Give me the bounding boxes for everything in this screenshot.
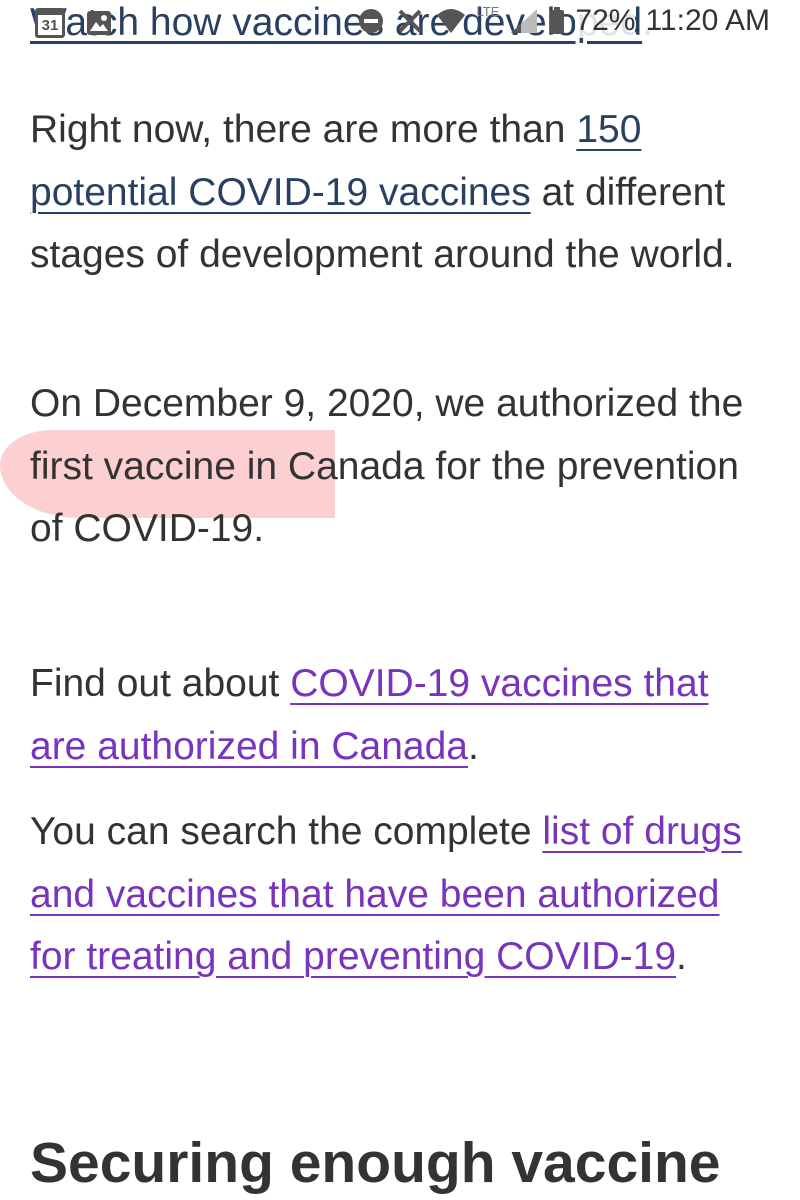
- status-bar: 31 LTE 72% 11:20 AM: [0, 0, 800, 46]
- paragraph-text: Find out about: [30, 662, 291, 705]
- paragraph-vaccine-count: Right now, there are more than 150 poten…: [30, 99, 775, 287]
- paragraph-first-authorization: On December 9, 2020, we authorized the f…: [30, 373, 775, 561]
- clock-time: 11:20 AM: [645, 4, 770, 38]
- battery-percent: 72%: [575, 4, 636, 38]
- tools-icon: [398, 9, 421, 33]
- network-type-label: LTE: [476, 3, 500, 19]
- calendar-icon: 31: [35, 8, 65, 38]
- image-icon: [87, 11, 111, 35]
- paragraph-text: Right now, there are more than: [30, 108, 577, 151]
- battery-icon: [550, 7, 565, 34]
- do-not-disturb-icon: [358, 9, 383, 33]
- section-heading: Securing enough vaccine: [30, 1131, 721, 1195]
- wifi-icon: [436, 9, 465, 33]
- paragraph-text: On December 9, 2020, we authorized the f…: [30, 382, 744, 550]
- paragraph-text: .: [676, 935, 687, 978]
- signal-icon: [511, 9, 538, 33]
- paragraph-authorized-vaccines: Find out about COVID-19 vaccines that ar…: [30, 653, 775, 778]
- paragraph-text: You can search the complete: [30, 810, 543, 853]
- paragraph-text: .: [467, 724, 479, 768]
- paragraph-search-list: You can search the complete list of drug…: [30, 801, 775, 989]
